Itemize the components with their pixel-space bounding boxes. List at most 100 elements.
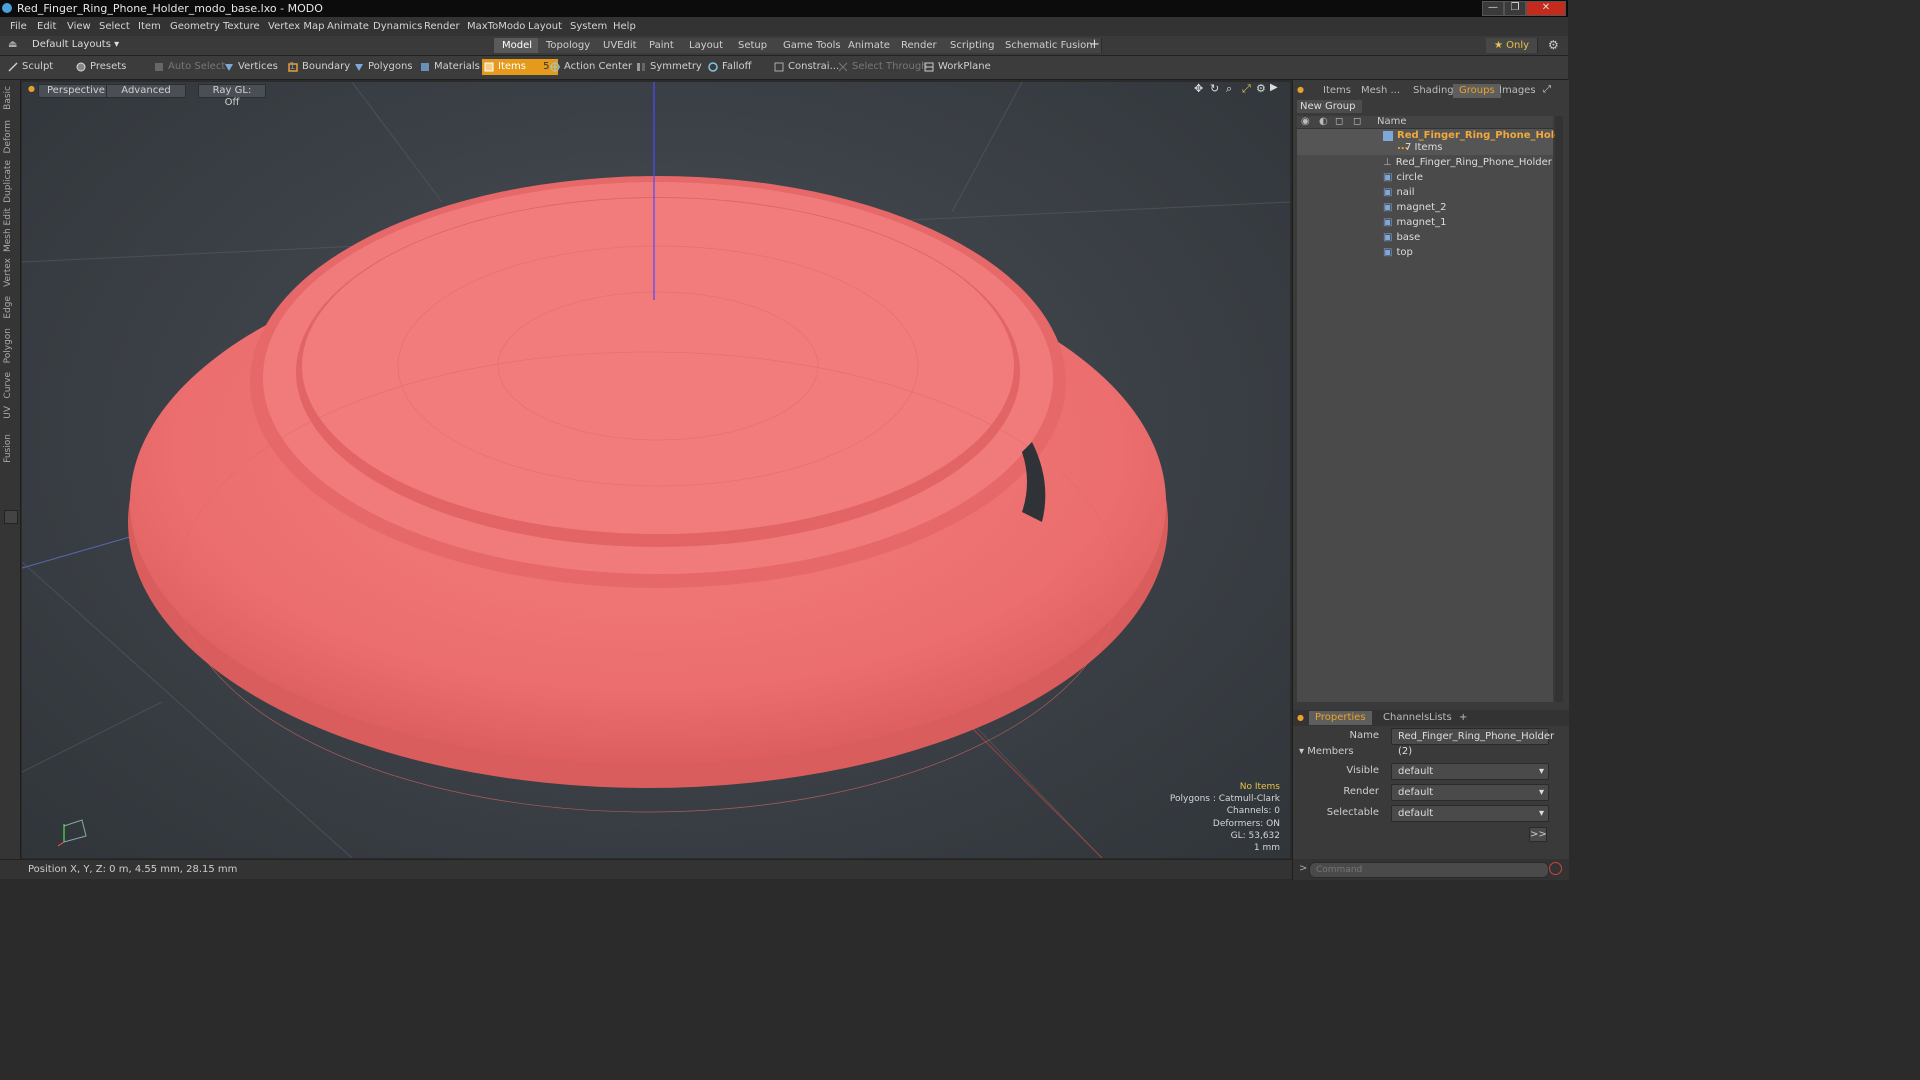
- render-dropdown[interactable]: default ▾: [1391, 784, 1549, 801]
- menu-select[interactable]: Select: [99, 21, 130, 32]
- tab-game-tools[interactable]: Game Tools: [775, 38, 850, 53]
- only-toggle[interactable]: ★ Only: [1486, 38, 1539, 53]
- left-strip-toggle[interactable]: [4, 510, 18, 524]
- symmetry-button[interactable]: Symmetry: [634, 59, 702, 75]
- tab-shading[interactable]: Shading: [1407, 84, 1460, 98]
- tab-render[interactable]: Render: [893, 38, 946, 53]
- pan-icon[interactable]: ✥: [1194, 82, 1203, 95]
- list-item[interactable]: ▣ magnet_1: [1383, 216, 1446, 230]
- tab-properties[interactable]: Properties: [1309, 711, 1372, 725]
- items-button[interactable]: Items 5: [482, 59, 558, 75]
- name-field[interactable]: Red_Finger_Ring_Phone_Holder (2): [1391, 728, 1554, 757]
- viewport-menu-icon[interactable]: ●: [28, 84, 35, 93]
- viewport-expand-icon[interactable]: ▶: [1270, 82, 1278, 93]
- list-item[interactable]: ▣ nail: [1383, 186, 1414, 200]
- presets-button[interactable]: Presets: [74, 59, 126, 75]
- materials-button[interactable]: Materials: [418, 59, 480, 75]
- tab-items[interactable]: Items: [1317, 84, 1357, 98]
- action-center-button[interactable]: Action Center: [548, 59, 632, 75]
- default-layouts-dropdown[interactable]: Default Layouts ▾: [32, 39, 119, 50]
- list-item[interactable]: ⊥ Red_Finger_Ring_Phone_Holder: [1383, 156, 1552, 170]
- list-item[interactable]: ▣ magnet_2: [1383, 201, 1446, 215]
- tab-images[interactable]: Images: [1493, 84, 1542, 98]
- command-input[interactable]: [1309, 862, 1549, 878]
- panel-expand-icon[interactable]: ⤢: [1543, 84, 1551, 95]
- eye-icon[interactable]: ◉: [1301, 116, 1310, 127]
- select-through-button[interactable]: Select Through: [836, 59, 928, 75]
- menu-texture[interactable]: Texture: [223, 21, 260, 32]
- viewport-settings-icon[interactable]: ⚙: [1256, 82, 1266, 95]
- left-tab-curve[interactable]: Curve: [3, 372, 17, 399]
- panel-menu-icon[interactable]: ●: [1297, 85, 1304, 94]
- constraint-button[interactable]: Constrai...: [772, 59, 839, 75]
- left-tab-basic[interactable]: Basic: [3, 86, 17, 110]
- workplane-button[interactable]: WorkPlane: [922, 59, 991, 75]
- shading-mode-button[interactable]: Advanced: [106, 84, 186, 98]
- polygons-button[interactable]: Polygons: [352, 59, 413, 75]
- fit-icon[interactable]: ⤢: [1242, 82, 1251, 96]
- maximize-button[interactable]: ❐: [1504, 1, 1526, 16]
- menu-item[interactable]: Item: [138, 21, 161, 32]
- raygl-toggle[interactable]: Ray GL: Off: [198, 84, 266, 108]
- tab-layout[interactable]: Layout: [681, 38, 732, 53]
- tab-uvedit[interactable]: UVEdit: [595, 38, 646, 53]
- layout-arrow-icon[interactable]: ⏏: [8, 39, 17, 50]
- tab-animate[interactable]: Animate: [840, 38, 899, 53]
- new-group-button[interactable]: New Group: [1297, 100, 1362, 113]
- left-tab-fusion[interactable]: Fusion: [3, 434, 17, 463]
- left-tab-edge[interactable]: Edge: [3, 296, 17, 319]
- members-section[interactable]: ▾ Members: [1299, 746, 1354, 757]
- list-item[interactable]: ▣ top: [1383, 246, 1413, 260]
- menu-layout[interactable]: Layout: [528, 21, 562, 32]
- select-icon[interactable]: ◻: [1353, 116, 1361, 127]
- more-button[interactable]: >>: [1529, 827, 1547, 842]
- menu-file[interactable]: File: [10, 21, 27, 32]
- add-tab-button[interactable]: +: [1089, 37, 1100, 52]
- auto-select-button[interactable]: Auto Select: [152, 59, 225, 75]
- menu-vertex-map[interactable]: Vertex Map: [268, 21, 324, 32]
- tab-setup[interactable]: Setup: [730, 38, 777, 53]
- menu-render[interactable]: Render: [424, 21, 460, 32]
- groups-scrollbar[interactable]: [1555, 116, 1563, 702]
- tab-schematic-fusion[interactable]: Schematic Fusion: [997, 38, 1102, 53]
- left-tab-mesh-edit[interactable]: Mesh Edit: [3, 208, 17, 252]
- menu-help[interactable]: Help: [613, 21, 636, 32]
- menu-geometry[interactable]: Geometry: [170, 21, 220, 32]
- minimize-button[interactable]: —: [1482, 1, 1504, 16]
- tab-model[interactable]: Model: [494, 38, 542, 53]
- close-button[interactable]: ✕: [1526, 1, 1566, 16]
- boundary-button[interactable]: Boundary: [286, 59, 350, 75]
- menu-animate[interactable]: Animate: [327, 21, 369, 32]
- visible-dropdown[interactable]: default ▾: [1391, 763, 1549, 780]
- vertices-button[interactable]: Vertices 1: [222, 59, 295, 75]
- menu-maxtomodo[interactable]: MaxToModo: [467, 21, 525, 32]
- list-item[interactable]: ▣ circle: [1383, 171, 1423, 185]
- menu-view[interactable]: View: [67, 21, 91, 32]
- left-tab-vertex[interactable]: Vertex: [3, 258, 17, 287]
- add-properties-tab[interactable]: +: [1453, 711, 1473, 725]
- menu-edit[interactable]: Edit: [37, 21, 56, 32]
- view-mode-button[interactable]: Perspective: [38, 84, 114, 98]
- rotate-icon[interactable]: ↻: [1210, 82, 1219, 95]
- properties-menu-icon[interactable]: ●: [1297, 713, 1304, 722]
- left-tab-polygon[interactable]: Polygon: [3, 328, 17, 363]
- record-icon[interactable]: [1549, 862, 1562, 875]
- tab-topology[interactable]: Topology: [538, 38, 600, 53]
- list-item[interactable]: ▣ base: [1383, 231, 1420, 245]
- tab-mesh[interactable]: Mesh ...: [1355, 84, 1406, 98]
- zoom-icon[interactable]: ⌕: [1226, 82, 1232, 96]
- selectable-dropdown[interactable]: default ▾: [1391, 805, 1549, 822]
- left-tab-duplicate[interactable]: Duplicate: [3, 160, 17, 203]
- group-row[interactable]: Red_Finger_Ring_Phone_Hold ... 7 Items: [1297, 129, 1561, 155]
- menu-dynamics[interactable]: Dynamics: [373, 21, 422, 32]
- gear-icon[interactable]: ⚙: [1548, 38, 1559, 52]
- left-tab-deform[interactable]: Deform: [3, 120, 17, 153]
- menu-system[interactable]: System: [570, 21, 607, 32]
- left-tab-uv[interactable]: UV: [3, 406, 17, 419]
- falloff-button[interactable]: Falloff: [706, 59, 752, 75]
- 3d-viewport[interactable]: ● Perspective Advanced Ray GL: Off ✥ ↻ ⌕…: [22, 82, 1290, 858]
- lock-icon[interactable]: ◻: [1335, 116, 1343, 127]
- tab-paint[interactable]: Paint: [641, 38, 683, 53]
- tab-scripting[interactable]: Scripting: [942, 38, 1004, 53]
- sculpt-button[interactable]: Sculpt: [6, 59, 53, 75]
